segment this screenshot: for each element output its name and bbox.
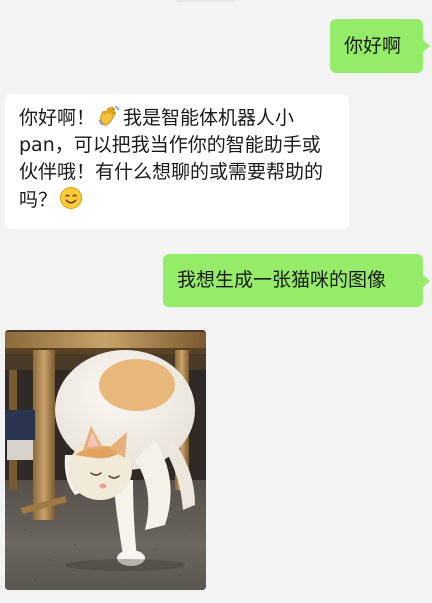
user-message-text: 你好啊: [344, 34, 402, 57]
user-message-bubble[interactable]: 你好啊: [330, 19, 430, 73]
user-message-text: 我想生成一张猫咪的图像: [177, 269, 387, 291]
bot-message-bubble[interactable]: 你好啊！ 我是智能体机器人小pan，可以把我当作你的智能助手或伙伴哦！有什么想聊…: [5, 94, 349, 229]
bot-message-text-start: 你好啊！: [19, 107, 96, 129]
waving-hand-icon: [97, 104, 121, 128]
smiling-face-icon: [59, 186, 83, 210]
user-message-bubble[interactable]: 我想生成一张猫咪的图像: [163, 254, 430, 307]
cat-photo-image: [5, 330, 206, 590]
top-edge-divider: [176, 0, 234, 2]
cat-photo-message[interactable]: [5, 330, 206, 590]
